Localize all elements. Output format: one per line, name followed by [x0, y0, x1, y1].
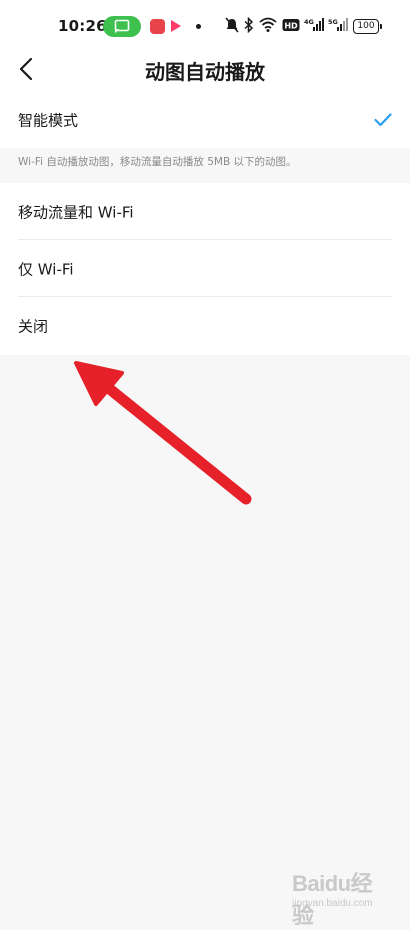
baidu-jingyan-watermark: Baidu经验 jingyan.baidu.com: [292, 860, 392, 928]
status-time: 10:26: [58, 17, 107, 35]
wifi-icon: [259, 17, 277, 32]
video-app-icon: [171, 20, 181, 32]
option-off[interactable]: 关闭: [0, 297, 410, 355]
svg-text:4G: 4G: [304, 18, 314, 26]
screen-cast-icon[interactable]: [103, 16, 141, 37]
option-label: 智能模式: [18, 111, 79, 130]
option-label: 移动流量和 Wi-Fi: [18, 203, 134, 221]
notification-dot-icon: [196, 24, 201, 29]
option-mobile-and-wifi[interactable]: 移动流量和 Wi-Fi: [0, 183, 410, 240]
battery-icon: 100: [353, 19, 382, 34]
hd-icon: HD: [282, 19, 300, 31]
app-notification-icon: [150, 19, 165, 34]
option-wifi-only[interactable]: 仅 Wi-Fi: [0, 240, 410, 297]
svg-text:5G: 5G: [328, 18, 338, 26]
check-icon: [374, 113, 392, 127]
bluetooth-icon: [244, 17, 254, 33]
autoplay-options-group: 移动流量和 Wi-Fi 仅 Wi-Fi 关闭: [0, 183, 410, 355]
option-smart-mode[interactable]: 智能模式: [0, 92, 410, 148]
app-header: 动图自动播放: [0, 52, 410, 92]
signal-5g-icon: 5G: [328, 18, 348, 31]
mute-icon: [225, 17, 239, 33]
watermark-url: jingyan.baidu.com: [292, 898, 373, 909]
option-label: 仅 Wi-Fi: [18, 260, 74, 278]
status-bar: 10:26 HD 4G 5G 100: [0, 0, 410, 52]
svg-text:HD: HD: [284, 22, 298, 31]
smart-mode-group: 智能模式: [0, 92, 410, 148]
smart-mode-description: Wi-Fi 自动播放动图，移动流量自动播放 5MB 以下的动图。: [18, 156, 297, 168]
page-title: 动图自动播放: [145, 60, 265, 84]
signal-4g-icon: 4G: [304, 18, 324, 31]
option-label: 关闭: [18, 317, 49, 336]
